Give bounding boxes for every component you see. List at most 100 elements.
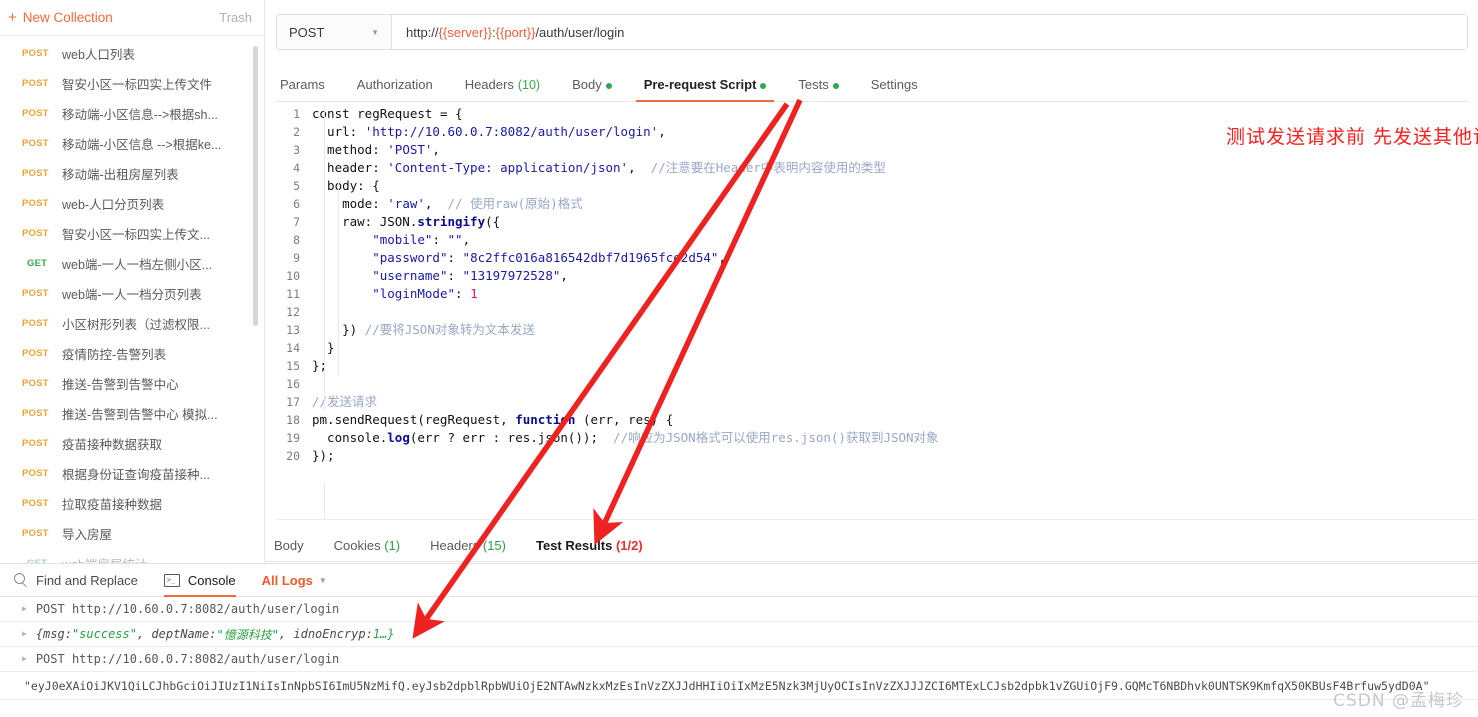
response-tab-cookies[interactable]: Cookies (1) [319,538,415,553]
sidebar-scrollbar-track[interactable] [253,40,261,560]
request-list-item[interactable]: POST 根据身份证查询疫苗接种... [0,458,264,488]
request-method-badge: POST [22,197,49,209]
request-tab-pre-request-script[interactable]: Pre-request Script [628,77,783,102]
tab-label: Tests [798,77,829,92]
console-panel: Find and Replace >_ Console All Logs ▼ ▶… [0,563,1478,717]
request-tab-tests[interactable]: Tests [782,77,854,101]
tab-modified-dot-icon [832,83,839,89]
log-value-idnoencryp: 1…} [372,627,395,641]
request-list-item[interactable]: POST 疫苗接种数据获取 [0,428,264,458]
request-list-item[interactable]: POST 智安小区一标四实上传文件 [0,68,264,98]
tab-count: (15) [479,538,506,553]
editor-scrollbar[interactable] [1467,105,1476,519]
request-name: 推送-告警到告警中心 [62,377,179,392]
request-method-badge: POST [22,437,49,449]
request-list-item[interactable]: POST 推送-告警到告警中心 模拟... [0,398,264,428]
code-line: 11 "loginMode": 1 [276,285,1476,303]
response-tab-test-results[interactable]: Test Results (1/2) [521,538,658,553]
response-tab-headers[interactable]: Headers (15) [415,538,521,553]
request-list-item[interactable]: POST 导入房屋 [0,518,264,548]
line-number: 7 [293,215,300,229]
code-text: url: 'http://10.60.0.7:8082/auth/user/lo… [312,124,666,139]
response-tab-body[interactable]: Body [266,538,319,553]
request-tab-params[interactable]: Params [276,77,341,101]
line-number: 20 [286,449,300,463]
request-list-item[interactable]: POST web-人口分页列表 [0,188,264,218]
code-line: 6 mode: 'raw', // 使用raw(原始)格式 [276,195,1476,213]
console-log-row[interactable]: ▶ POST http://10.60.0.7:8082/auth/user/lo… [0,597,1478,622]
request-list-item[interactable]: POST 推送-告警到告警中心 [0,368,264,398]
chevron-down-icon: ▼ [371,27,379,37]
pre-request-script-editor[interactable]: 1 const regRequest = {2 url: 'http://10.6… [276,105,1476,520]
tab-label: Body [274,538,304,553]
new-collection-label: New Collection [22,10,113,25]
url-input[interactable]: http://{{server}}: {{port}}/auth/user/log… [392,15,1467,49]
expand-triangle-icon[interactable]: ▶ [22,604,27,613]
response-tabs[interactable]: Body Cookies (1) Headers (15) Test Results … [266,530,1478,562]
request-name: web端-一人一档分页列表 [62,287,202,302]
code-text: method: 'POST', [312,142,440,157]
console-tab[interactable]: >_ Console [163,563,236,597]
request-list-item[interactable]: POST web人口列表 [0,38,264,68]
line-number: 4 [293,161,300,175]
request-name: 智安小区一标四实上传文件 [62,77,213,92]
request-list-item[interactable]: GETweb端房屋统计 [0,548,264,564]
request-list-item[interactable]: POST web端-一人一档分页列表 [0,278,264,308]
console-log-row[interactable]: ▶ POST http://10.60.0.7:8082/auth/user/lo… [0,647,1478,672]
request-tabs[interactable]: Params Authorization Headers (10) Body Pre-re… [276,70,1468,102]
line-number: 5 [293,179,300,193]
new-collection-button[interactable]: + New Collection [8,10,113,25]
request-list-item[interactable]: POST 移动端-小区信息 -->根据ke... [0,128,264,158]
request-name: 导入房屋 [62,527,113,542]
request-list-item[interactable]: POST 疫情防控-告警列表 [0,338,264,368]
tab-label: Body [572,77,602,92]
request-list-item[interactable]: POST 小区树形列表（过滤权限... [0,308,264,338]
request-method-badge: POST [22,287,49,299]
expand-triangle-icon[interactable]: ▶ [22,654,27,663]
search-icon [14,573,28,587]
request-tab-settings[interactable]: Settings [855,77,934,101]
request-tab-headers[interactable]: Headers (10) [449,77,556,101]
postman-window: + New Collection Trash POST web人口列表 POST 智安… [0,0,1478,717]
code-line: 17 //发送请求 [276,393,1476,411]
log-request-text: POST http://10.60.0.7:8082/auth/user/log… [35,602,340,616]
line-number: 12 [286,305,300,319]
annotation-note: 测试发送请求前 先发送其他请求 [1226,126,1478,148]
url-path: /auth/user/login [535,24,625,40]
code-text: "username": "13197972528", [372,268,568,283]
request-list-item[interactable]: POST 拉取疫苗接种数据 [0,488,264,518]
code-text: const regRequest = { [312,106,463,121]
trash-link[interactable]: Trash [219,10,252,25]
request-method-badge: POST [22,377,49,389]
request-list-item[interactable]: POST 移动端-出租房屋列表 [0,158,264,188]
request-name: web端-一人一档左侧小区... [62,257,213,272]
find-and-replace-button[interactable]: Find and Replace [14,563,138,597]
watermark: CSDN @孟梅珍 [1333,691,1464,711]
request-tab-body[interactable]: Body [556,77,628,101]
code-line: 16 [276,375,1476,393]
request-name: web-人口分页列表 [62,197,165,212]
request-list[interactable]: POST web人口列表 POST 智安小区一标四实上传文件 POST 移动端-小区信息-… [0,36,264,563]
request-list-item[interactable]: POST 智安小区一标四实上传文... [0,218,264,248]
line-number: 18 [286,413,300,427]
request-name: 推送-告警到告警中心 模拟... [62,407,218,422]
code-text: "mobile": "", [372,232,471,247]
code-line: 12 [276,303,1476,321]
sidebar-scrollbar-thumb[interactable] [253,46,258,326]
request-list-item[interactable]: POST 移动端-小区信息-->根据sh... [0,98,264,128]
console-log-list[interactable]: ▶ POST http://10.60.0.7:8082/auth/user/lo… [0,597,1478,700]
expand-triangle-icon[interactable]: ▶ [22,629,27,638]
tab-label: Headers [430,538,480,553]
request-list-item[interactable]: GET web端-一人一档左侧小区... [0,248,264,278]
request-tab-authorization[interactable]: Authorization [341,77,449,101]
all-logs-dropdown[interactable]: All Logs ▼ [262,573,327,588]
request-method-badge: POST [22,347,49,359]
console-log-row[interactable]: ▶ {msg: "success", deptName: "憶源科技", idno… [0,622,1478,647]
request-method-badge: POST [22,407,49,419]
code-line: 7 raw: JSON.stringify({ [276,213,1476,231]
all-logs-label: All Logs [261,572,313,588]
http-method-select[interactable]: POST ▼ [277,15,392,49]
tab-label: Params [280,77,325,92]
code-line: 18 pm.sendRequest(regRequest, function (e… [276,411,1476,429]
line-number: 13 [286,323,300,337]
